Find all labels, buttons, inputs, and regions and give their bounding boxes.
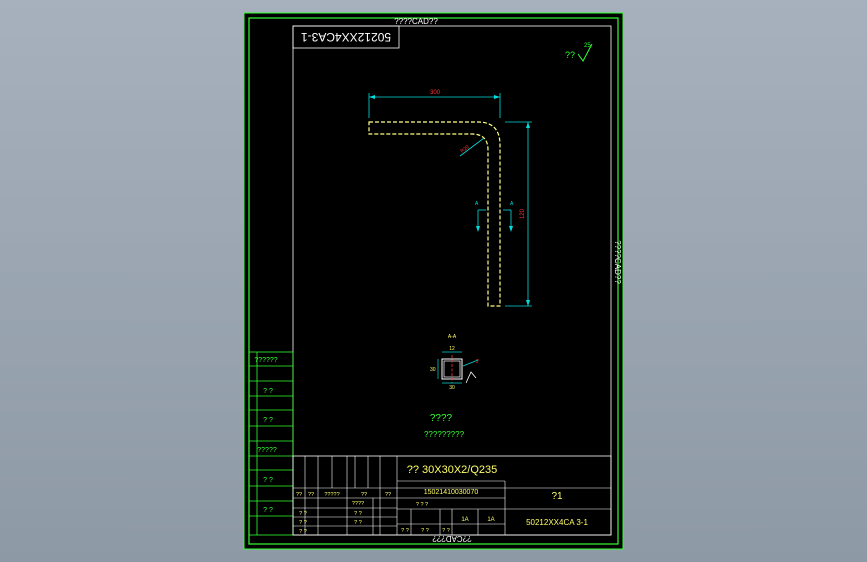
side-row-0: ?????? — [254, 357, 277, 364]
sign-cell-3: ? ? — [442, 528, 450, 534]
top-label: ????CAD?? — [394, 17, 438, 26]
section-side-dim: 2 — [476, 359, 479, 365]
dim-height-text: 120 — [520, 208, 526, 219]
sign-cell-2: ? ? — [421, 528, 429, 534]
row-label-0: ? ? — [299, 511, 307, 517]
sign-cell-1: ? ? — [401, 528, 409, 534]
col-header-3: ?? — [361, 492, 367, 498]
section-title: A-A — [448, 334, 457, 340]
col-header-0: ?? — [296, 492, 302, 498]
side-row-2: ? ? — [263, 417, 273, 424]
section-bottom-dim: 30 — [449, 385, 455, 391]
side-row-5: ? ? — [263, 507, 273, 514]
col-header-4: ?? — [385, 492, 391, 498]
col-header-2: ????? — [324, 492, 339, 498]
scale-text: ?1 — [551, 491, 563, 502]
note-text: ????????? — [424, 430, 465, 439]
cad-drawing-canvas[interactable]: ????CAD?? ??CAD??? ????CAD?? 50212XX4CA3… — [0, 0, 867, 562]
part-code: 15021410030070 — [424, 489, 479, 496]
mid-cell-1: ? ? — [354, 511, 362, 517]
side-row-1: ? ? — [263, 388, 273, 395]
section-top-dim: 12 — [449, 346, 455, 352]
sign-cell-0: ? ? ? — [416, 502, 428, 508]
note-title: ???? — [430, 413, 453, 424]
row-label-1: ? ? — [299, 520, 307, 526]
drawing-number: 50212XX4CA 3-1 — [526, 518, 588, 527]
mid-cell-2: ? ? — [354, 520, 362, 526]
material-spec: ?? 30X30X2/Q235 — [407, 464, 498, 476]
roughness-prefix: ?? — [565, 50, 575, 60]
row-label-2: ? ? — [299, 529, 307, 535]
side-row-4: ? ? — [263, 477, 273, 484]
side-label: ????CAD?? — [613, 240, 622, 284]
side-row-3: ????? — [257, 447, 277, 454]
section-left-dim: 30 — [430, 367, 436, 373]
rotated-drawing-number: 50212XX4CA3-1 — [301, 30, 391, 44]
qty-a: 1A — [461, 517, 468, 523]
roughness-value: 25 — [584, 43, 591, 49]
dim-length-text: 300 — [430, 90, 441, 96]
mid-cell-0: ???? — [352, 501, 364, 507]
qty-b: 1A — [487, 517, 494, 523]
col-header-1: ?? — [308, 492, 314, 498]
